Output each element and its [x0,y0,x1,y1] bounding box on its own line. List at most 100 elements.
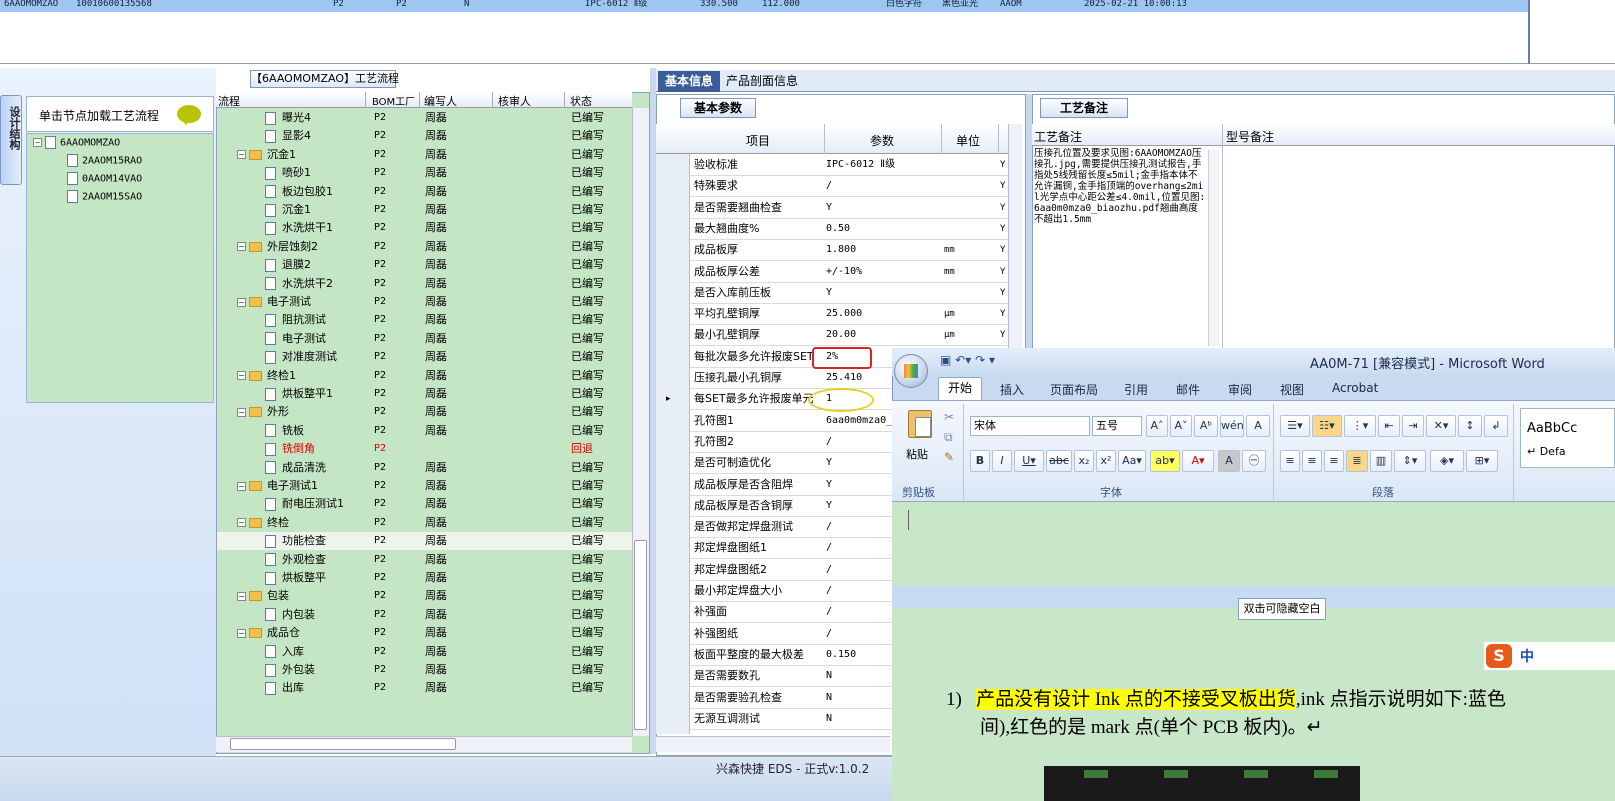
param-value[interactable]: / [826,602,832,622]
param-value[interactable]: / [826,176,832,196]
italic-icon[interactable]: I [992,450,1012,472]
redo-icon[interactable]: ↷ [975,353,985,367]
change-case-icon[interactable]: Aa▾ [1118,450,1146,472]
char-border-icon[interactable]: A [1246,415,1270,437]
align-right-icon[interactable]: ≡ [1324,450,1344,472]
table-row[interactable]: 外包装 P2 周磊 已编写 [217,661,633,679]
font-color-icon[interactable]: A▾ [1182,450,1214,472]
office-button[interactable] [894,354,928,388]
numbering-icon[interactable]: ☷▾ [1312,415,1342,437]
param-value[interactable]: +/-10% [826,262,862,282]
param-row[interactable]: 是否需要翘曲检查 Y Y [690,198,1008,219]
top-grid-selected-row[interactable]: 6AAOMOMZAO 10010600135568 P2 P2 N IPC-60… [0,0,1530,12]
phonetic-guide-icon[interactable]: wén [1220,415,1244,437]
quick-access-toolbar[interactable]: ▣ ↶▾ ↷ ▾ [940,353,995,367]
speech-bubble-icon[interactable] [177,105,201,125]
table-row[interactable]: 铣板 P2 周磊 已编写 [217,422,633,440]
table-row[interactable]: 出库 P2 周磊 已编写 [217,679,633,697]
underline-icon[interactable]: U▾ [1014,450,1044,472]
table-row[interactable]: 内包装 P2 周磊 已编写 [217,606,633,624]
param-row[interactable]: 最大翘曲度% 0.50 Y [690,219,1008,240]
param-row[interactable]: 是否入库前压板 Y Y [690,283,1008,304]
collapse-icon[interactable]: − [237,591,246,601]
table-row[interactable]: 耐电压测试1 P2 周磊 已编写 [217,495,633,513]
tab-basic-params[interactable]: 基本参数 [680,98,756,118]
table-row[interactable]: 成品清洗 P2 周磊 已编写 [217,459,633,477]
param-value[interactable]: / [826,581,832,601]
collapse-icon[interactable]: − [237,481,246,491]
collapse-icon[interactable]: − [237,150,246,160]
param-row[interactable]: 成品板厚 1.800 mm Y [690,240,1008,262]
collapse-icon[interactable]: − [237,407,246,417]
table-row[interactable]: 电子测试 P2 周磊 已编写 [217,330,633,348]
collapse-icon[interactable]: − [237,242,246,252]
scroll-thumb[interactable] [230,738,456,750]
shading-icon[interactable]: ◈▾ [1430,450,1464,472]
decrease-indent-icon[interactable]: ⇤ [1378,415,1400,437]
param-row[interactable]: 最小孔壁铜厚 20.00 μm Y [690,325,1008,347]
param-value[interactable]: Y [826,496,832,516]
strikethrough-icon[interactable]: abc [1046,450,1072,472]
tree-node[interactable]: 2AAOM15SAO [67,190,142,203]
table-row[interactable]: 水洗烘干2 P2 周磊 已编写 [217,275,633,293]
tree-node[interactable]: 0AAOM14VAO [67,172,142,185]
collapse-icon[interactable]: − [33,138,42,147]
param-value[interactable]: N [826,688,832,708]
scroll-thumb[interactable] [634,540,647,730]
param-value[interactable]: Y [826,475,832,495]
table-row[interactable]: − 沉金1 P2 周磊 已编写 [217,146,633,164]
highlight-icon[interactable]: ab▾ [1150,450,1180,472]
char-scaling-icon[interactable]: ✕▾ [1426,415,1456,437]
param-value[interactable]: 1.800 [826,240,856,260]
col-header-writer[interactable]: 编写人 [424,93,457,109]
table-row[interactable]: 烘板整平 P2 周磊 已编写 [217,569,633,587]
param-value[interactable]: / [826,432,832,452]
ribbon-tab-home[interactable]: 开始 [938,377,982,400]
param-value[interactable]: 25.410 [826,368,862,388]
table-row[interactable]: 烘板整平1 P2 周磊 已编写 [217,385,633,403]
table-row[interactable]: 水洗烘干1 P2 周磊 已编写 [217,219,633,237]
multilevel-list-icon[interactable]: ⋮▾ [1344,415,1376,437]
table-row[interactable]: − 成品仓 P2 周磊 已编写 [217,624,633,642]
table-row[interactable]: 板边包胶1 P2 周磊 已编写 [217,183,633,201]
table-row[interactable]: 喷砂1 P2 周磊 已编写 [217,164,633,182]
subscript-icon[interactable]: x₂ [1074,450,1094,472]
param-value[interactable]: Y [826,198,832,218]
param-row[interactable]: 特殊要求 / Y [690,176,1008,198]
param-value[interactable]: 0.150 [826,645,856,665]
table-row[interactable]: 入库 P2 周磊 已编写 [217,643,633,661]
param-value[interactable]: 20.00 [826,325,856,345]
doc-paragraph-line[interactable]: 间),红色的是 mark 点(单个 PCB 板内)。↵ [980,712,1323,739]
ime-mode[interactable]: 中 [1520,646,1534,666]
table-row[interactable]: 铣倒角 P2 回退 [217,440,633,458]
tab-basic-info[interactable]: 基本信息 [658,71,720,92]
superscript-icon[interactable]: x² [1096,450,1116,472]
tab-product-section[interactable]: 产品剖面信息 [726,71,826,92]
param-value[interactable]: 0.50 [826,219,850,239]
table-row[interactable]: 功能检查 P2 周磊 已编写 [217,532,633,551]
params-vertical-scrollbar[interactable] [1008,124,1022,348]
tab-design-structure[interactable]: 设计结构 [0,95,22,185]
table-row[interactable]: 显影4 P2 周磊 已编写 [217,127,633,145]
table-row[interactable]: 对准度测试 P2 周磊 已编写 [217,348,633,366]
clear-format-icon[interactable]: Aᵇ [1194,415,1218,437]
doc-paragraph-line[interactable]: 1) 产品没有设计 Ink 点的不接受叉板出货,ink 点指示说明如下:蓝色 [946,684,1506,711]
collapse-icon[interactable]: − [237,518,246,528]
undo-icon[interactable]: ↶▾ [955,353,971,367]
process-grid[interactable]: 曝光4 P2 周磊 已编写 显影4 P2 周磊 已编写 − 沉金1 P2 周磊 已编写 喷砂1 P2 周磊 已编… [216,92,650,754]
font-size-select[interactable]: 五号 [1092,416,1142,436]
shrink-font-icon[interactable]: A˅ [1170,415,1192,437]
grow-font-icon[interactable]: A˄ [1146,415,1168,437]
param-value[interactable]: N [826,709,832,729]
justify-icon[interactable]: ≣ [1346,450,1368,472]
sort-icon[interactable]: ↕ [1458,415,1482,437]
align-center-icon[interactable]: ≡ [1302,450,1322,472]
param-value[interactable]: / [826,517,832,537]
process-notes-text[interactable]: 压接孔位置及要求见图:6AAOMOMZAO压接孔.jpg,需要提供压接孔测试报告… [1034,148,1206,338]
ime-toolbar[interactable]: S 中 [1484,642,1615,670]
document-page[interactable] [892,502,1615,586]
param-value[interactable]: N [826,666,832,686]
table-row[interactable]: − 外层蚀刻2 P2 周磊 已编写 [217,238,633,256]
save-icon[interactable]: ▣ [940,353,951,367]
param-value[interactable]: Y [826,453,832,473]
